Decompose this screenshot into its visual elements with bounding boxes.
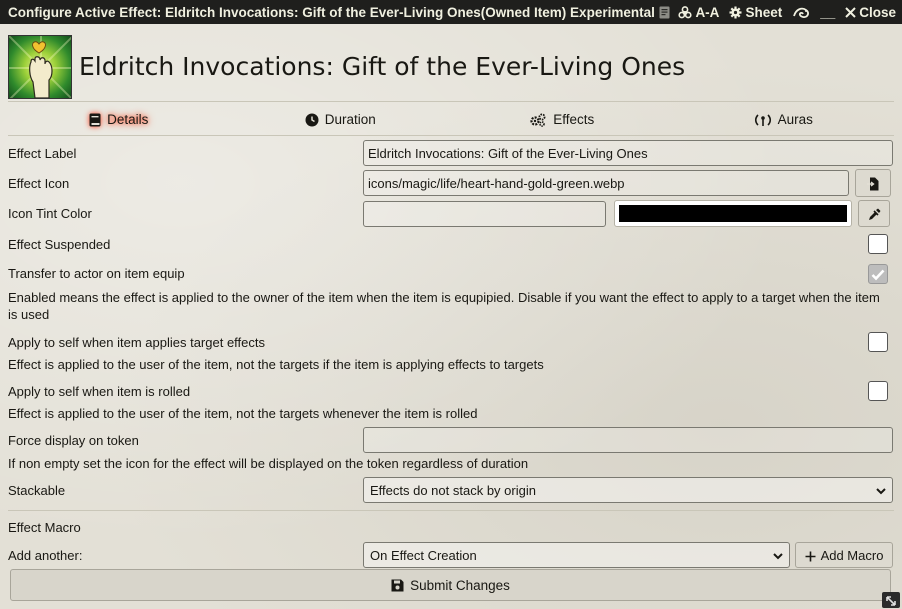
minimize-button[interactable]: __: [820, 5, 835, 20]
broadcast-icon: [754, 111, 772, 126]
add-macro-label: Add Macro: [820, 547, 884, 563]
submit-label: Submit Changes: [410, 577, 510, 593]
apply-self-target-checkbox[interactable]: [868, 332, 888, 352]
save-icon: [391, 578, 404, 593]
minimize-label: __: [820, 4, 836, 20]
icon-tint-input[interactable]: [363, 200, 606, 227]
transfer-checkbox[interactable]: [868, 263, 888, 284]
effect-icon-input[interactable]: icons/magic/life/heart-hand-gold-green.w…: [363, 170, 849, 196]
file-picker-button[interactable]: [855, 169, 891, 197]
stackable-label: Stackable: [8, 482, 66, 498]
force-display-input[interactable]: [363, 427, 893, 453]
cogs-icon: [529, 111, 547, 127]
transfer-label: Transfer to actor on item equip: [8, 266, 185, 281]
resize-icon: [885, 593, 897, 608]
window-titlebar[interactable]: Configure Active Effect: Eldritch Invoca…: [0, 0, 902, 24]
aa-label: A-A: [695, 4, 720, 20]
apply-self-rolled-row: Apply to self when item is rolled: [8, 376, 894, 406]
effect-suspended-checkbox[interactable]: [868, 234, 888, 254]
tab-auras-label: Auras: [777, 111, 813, 127]
file-import-icon: [867, 175, 879, 191]
color-swatch-fill: [619, 205, 847, 222]
macro-trigger-select[interactable]: On Effect Creation: [363, 542, 790, 568]
macro-divider: [8, 510, 894, 511]
stackable-row: Stackable Effects do not stack by origin: [8, 474, 894, 506]
stackable-selected: Effects do not stack by origin: [370, 482, 536, 498]
window-title: Configure Active Effect: Eldritch Invoca…: [8, 4, 655, 20]
details-form: Effect Label Eldritch Invocations: Gift …: [8, 138, 894, 568]
resize-handle[interactable]: [882, 592, 900, 608]
tab-details[interactable]: Details: [8, 103, 230, 135]
tab-effects-label: Effects: [553, 111, 595, 127]
apply-self-rolled-label: Apply to self when item is rolled: [8, 383, 191, 399]
add-macro-button[interactable]: Add Macro: [795, 542, 893, 568]
close-icon: [845, 5, 856, 20]
close-label: Close: [859, 4, 896, 20]
macro-trigger-selected: On Effect Creation: [370, 547, 477, 563]
tab-duration-label: Duration: [324, 111, 376, 127]
clock-icon: [305, 111, 319, 127]
force-display-row: Force display on token: [8, 424, 894, 456]
effect-icon-label: Effect Icon: [8, 175, 70, 191]
window-controls: A-A Sheet __ Close: [678, 4, 896, 20]
active-effect-config-window: Configure Active Effect: Eldritch Invoca…: [0, 0, 902, 609]
icon-tint-label: Icon Tint Color: [8, 206, 92, 221]
transfer-row: Transfer to actor on item equip: [8, 259, 894, 288]
icon-tint-row: Icon Tint Color: [8, 198, 894, 229]
window-title-wrap: Configure Active Effect: Eldritch Invoca…: [8, 5, 678, 20]
tab-details-label: Details: [107, 111, 149, 127]
close-button[interactable]: Close: [845, 5, 896, 20]
effect-suspended-label: Effect Suspended: [8, 236, 111, 252]
force-display-label: Force display on token: [8, 432, 139, 448]
check-icon: [871, 266, 885, 281]
effect-label-row: Effect Label Eldritch Invocations: Gift …: [8, 138, 894, 168]
tab-duration[interactable]: Duration: [230, 103, 452, 135]
add-another-row: Add another: On Effect Creation Add Macr…: [8, 542, 894, 568]
apply-self-target-hint: Effect is applied to the user of the ite…: [8, 357, 544, 372]
config-tabs: Details Duration Effects Auras: [8, 103, 894, 136]
eyedropper-icon: [868, 206, 881, 221]
chevron-down-icon: [876, 483, 886, 498]
sheet-button[interactable]: Sheet: [729, 5, 782, 20]
aa-button[interactable]: A-A: [678, 4, 720, 20]
effect-icon-row: Effect Icon icons/magic/life/heart-hand-…: [8, 168, 894, 198]
apply-self-rolled-hint: Effect is applied to the user of the ite…: [8, 406, 478, 421]
effect-macro-label: Effect Macro: [8, 519, 81, 535]
sheet-label: Sheet: [745, 4, 783, 20]
icon-tint-color-swatch[interactable]: [614, 200, 852, 227]
effect-label-label: Effect Label: [8, 145, 77, 161]
apply-self-rolled-checkbox[interactable]: [868, 381, 888, 401]
biohazard-icon: [678, 4, 693, 19]
effect-suspended-row: Effect Suspended: [8, 229, 894, 259]
force-display-hint: If non empty set the icon for the effect…: [8, 456, 529, 471]
effect-header: Eldritch Invocations: Gift of the Ever-L…: [8, 32, 894, 102]
apply-self-target-row: Apply to self when item applies target e…: [8, 327, 894, 357]
effect-label-input[interactable]: Eldritch Invocations: Gift of the Ever-L…: [363, 140, 893, 166]
plus-icon: [805, 548, 816, 563]
gear-icon: [729, 5, 742, 20]
dice-button[interactable]: [792, 4, 810, 19]
submit-button[interactable]: Submit Changes: [10, 569, 891, 601]
document-icon: [659, 5, 670, 20]
book-icon: [89, 111, 101, 127]
tab-auras[interactable]: Auras: [673, 103, 895, 135]
apply-self-target-label: Apply to self when item applies target e…: [8, 334, 266, 350]
effect-title: Eldritch Invocations: Gift of the Ever-L…: [79, 52, 686, 81]
stackable-select[interactable]: Effects do not stack by origin: [363, 477, 893, 503]
chevron-down-icon: [773, 548, 783, 563]
add-another-label: Add another:: [8, 547, 83, 563]
effect-macro-row: Effect Macro: [8, 512, 894, 542]
transfer-hint: Enabled means the effect is applied to t…: [8, 290, 880, 322]
eyedropper-button[interactable]: [858, 200, 890, 227]
dragon-icon: [792, 4, 810, 19]
tab-effects[interactable]: Effects: [451, 103, 673, 135]
heart-hand-gold-green-icon[interactable]: [8, 34, 72, 99]
